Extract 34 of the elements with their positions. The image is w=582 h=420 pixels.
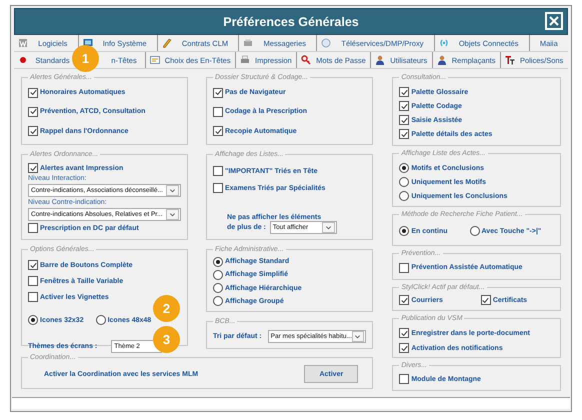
check-icon: [30, 262, 36, 268]
check-icon: [400, 296, 408, 304]
check-icon: [30, 89, 36, 96]
step-badge: 3: [153, 326, 180, 353]
chevron-icon: [324, 224, 332, 231]
check-icon: [214, 89, 222, 96]
close-button[interactable]: [545, 12, 563, 30]
check-icon: [30, 108, 36, 116]
check-icon: [30, 164, 36, 172]
close-icon: [548, 15, 560, 27]
printer-icon: [240, 55, 250, 65]
window-title: Préférences Générales: [223, 14, 359, 28]
monitor-icon: [82, 38, 93, 48]
signal-waves-icon: [438, 38, 449, 48]
check-icon: [30, 128, 36, 135]
check-icon: [482, 296, 490, 304]
key-icon: [301, 55, 312, 65]
person-icon: [375, 55, 386, 65]
font-icon: [505, 55, 516, 65]
check-icon: [400, 330, 408, 336]
person-icon: [437, 55, 448, 65]
chevron-icon: [169, 211, 176, 218]
dot-icon: [18, 55, 28, 65]
mailbox-icon: [243, 38, 254, 48]
chevron-icon: [169, 187, 176, 194]
step-badge: 1: [72, 45, 99, 72]
check-icon: [400, 344, 408, 352]
step-badge: 2: [153, 295, 180, 322]
check-icon: [214, 128, 222, 135]
chevron-icon: [354, 332, 362, 340]
globe-icon: [321, 38, 332, 48]
app-icon: [18, 38, 28, 48]
pencil-icon: [162, 38, 172, 48]
form-icon: [150, 55, 160, 65]
